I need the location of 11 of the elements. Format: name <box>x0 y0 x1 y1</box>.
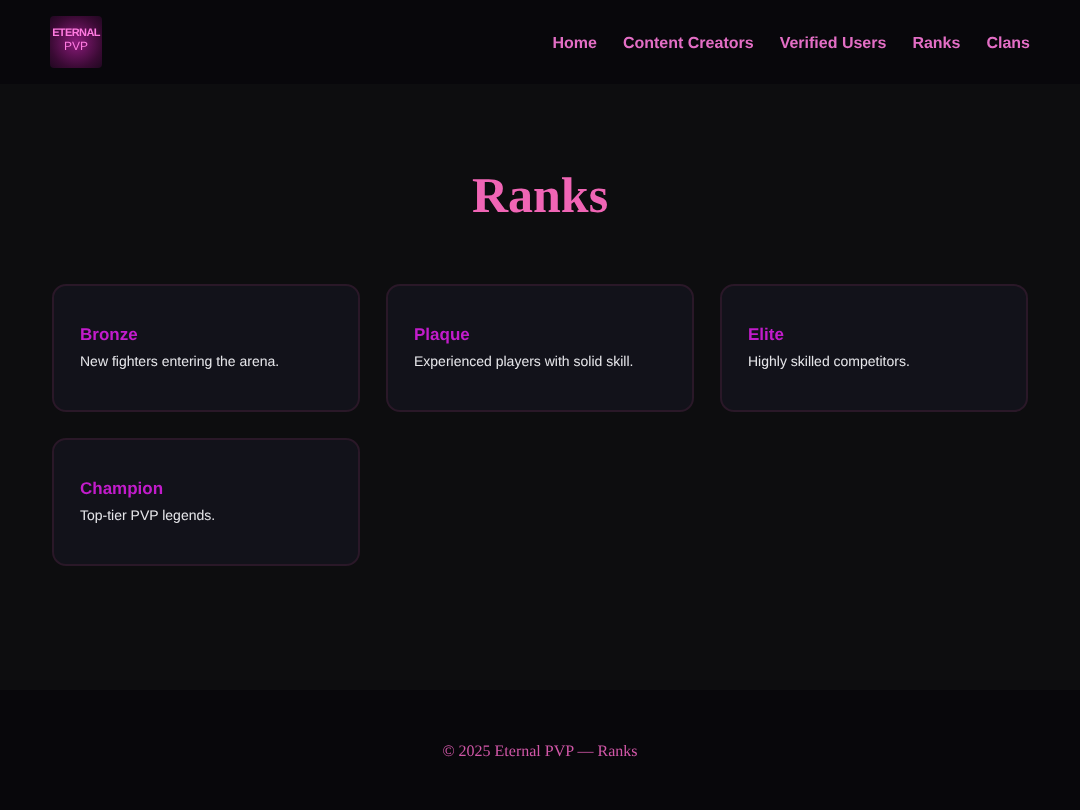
rank-name: Plaque <box>414 324 472 344</box>
page-title: Ranks <box>469 168 611 228</box>
nav-link[interactable]: Home <box>552 33 597 51</box>
nav-link[interactable]: Content Creators <box>622 33 754 51</box>
nav-link[interactable]: Ranks <box>912 33 961 51</box>
nav-link[interactable]: Verified Users <box>779 33 887 51</box>
rank-name: Champion <box>80 478 166 498</box>
rank-name: Bronze <box>80 324 140 344</box>
footer-text: © 2025 Eternal PVP — Ranks <box>442 741 638 759</box>
nav-link[interactable]: Clans <box>986 33 1030 51</box>
rank-name: Elite <box>748 324 786 344</box>
